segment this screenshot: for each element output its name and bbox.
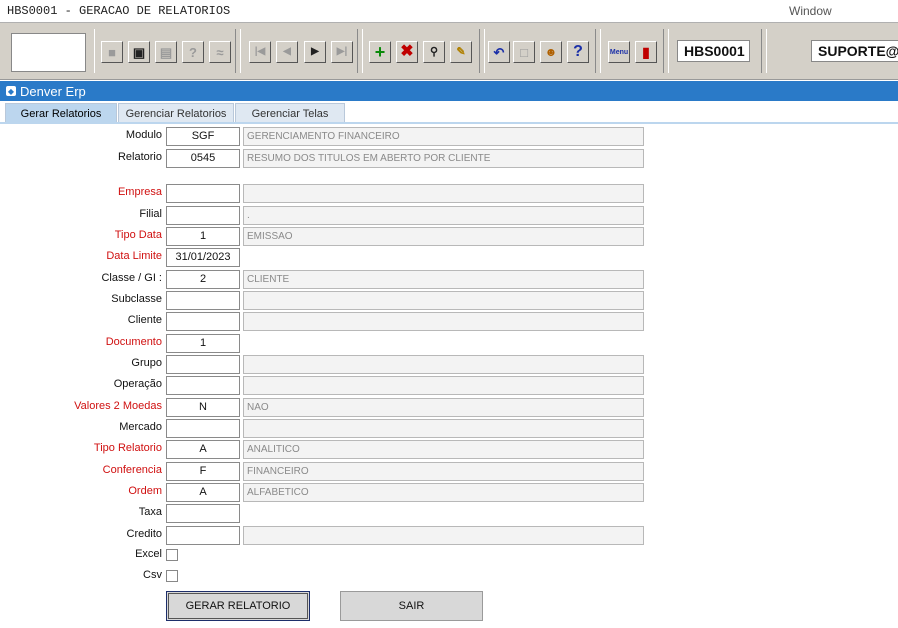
- generate-report-button[interactable]: GERAR RELATORIO: [166, 591, 310, 621]
- conferencia-desc-field: FINANCEIRO: [243, 462, 644, 481]
- csv-checkbox[interactable]: [166, 570, 178, 582]
- insert-record-icon[interactable]: +: [369, 41, 391, 63]
- edit-icon[interactable]: ✎: [450, 41, 472, 63]
- credito-label: Credito: [126, 528, 162, 540]
- panel-title: Denver Erp: [20, 83, 86, 99]
- data-limite-label: Data Limite: [106, 250, 162, 262]
- previous-record-icon[interactable]: ◀: [276, 41, 298, 63]
- tipo-relatorio-label: Tipo Relatorio: [93, 442, 162, 454]
- tab-gerenciar-relatorios[interactable]: Gerenciar Relatorios: [118, 103, 234, 123]
- data-limite-field[interactable]: 31/01/2023: [166, 248, 240, 267]
- undo-icon[interactable]: ↶: [488, 41, 510, 63]
- window-icon[interactable]: ▣: [128, 41, 150, 63]
- taxa-label: Taxa: [138, 506, 162, 518]
- documento-label: Documento: [105, 336, 162, 348]
- ordem-desc-field: ALFABETICO: [243, 483, 644, 502]
- menu-icon[interactable]: Menu: [608, 41, 630, 63]
- empresa-label: Empresa: [117, 186, 162, 198]
- tipo-data-label: Tipo Data: [114, 229, 162, 241]
- empresa-code-field[interactable]: [166, 184, 240, 203]
- classe-gi-code-field[interactable]: 2: [166, 270, 240, 289]
- delete-record-icon[interactable]: ✖: [396, 41, 418, 63]
- grupo-label: Grupo: [131, 357, 162, 369]
- grupo-desc-field: [243, 355, 644, 374]
- mercado-label: Mercado: [119, 421, 162, 433]
- conferencia-label: Conferencia: [102, 464, 162, 476]
- modulo-code-field[interactable]: SGF: [166, 127, 240, 146]
- ordem-label: Ordem: [128, 485, 162, 497]
- first-record-icon[interactable]: |◀: [249, 41, 271, 63]
- conferencia-code-field[interactable]: F: [166, 462, 240, 481]
- app-icon: ◆: [6, 86, 16, 96]
- relatorio-label: Relatorio: [117, 151, 162, 163]
- filial-code-field[interactable]: [166, 206, 240, 225]
- exit-icon[interactable]: ▮: [635, 41, 657, 63]
- execute-icon[interactable]: ≈: [209, 41, 231, 63]
- last-record-icon[interactable]: ▶|: [331, 41, 353, 63]
- tab-bar: Gerar Relatorios Gerenciar Relatorios Ge…: [0, 101, 898, 123]
- classe-gi-label: Classe / GI :: [101, 272, 162, 284]
- taxa-field[interactable]: [166, 504, 240, 523]
- window-title-bar: HBS0001 - GERACAO DE RELATORIOS Window: [0, 0, 898, 22]
- query-icon[interactable]: ?: [182, 41, 204, 63]
- window-title: HBS0001 - GERACAO DE RELATORIOS: [7, 4, 231, 18]
- save-icon[interactable]: ■: [101, 41, 123, 63]
- print-icon[interactable]: ▤: [155, 41, 177, 63]
- mercado-code-field[interactable]: [166, 419, 240, 438]
- logo-box: [11, 33, 86, 72]
- relatorio-desc-field: RESUMO DOS TITULOS EM ABERTO POR CLIENTE: [243, 149, 644, 168]
- toolbar: ■ ▣ ▤ ? ≈ |◀ ◀ ▶ ▶| + ✖ ⚲ ✎ ↶ □ ☻ ? Menu…: [0, 22, 898, 80]
- exit-button[interactable]: SAIR: [340, 591, 483, 621]
- operacao-code-field[interactable]: [166, 376, 240, 395]
- help-icon[interactable]: ?: [567, 41, 589, 63]
- excel-checkbox[interactable]: [166, 549, 178, 561]
- cliente-desc-field: [243, 312, 644, 331]
- mercado-desc-field: [243, 419, 644, 438]
- filial-label: Filial: [139, 208, 162, 220]
- subclasse-code-field[interactable]: [166, 291, 240, 310]
- tab-gerar-relatorios[interactable]: Gerar Relatorios: [5, 103, 117, 123]
- tipo-data-desc-field: EMISSAO: [243, 227, 644, 246]
- modulo-label: Modulo: [125, 129, 162, 141]
- valores-2-moedas-label: Valores 2 Moedas: [74, 400, 162, 412]
- tipo-relatorio-code-field[interactable]: A: [166, 440, 240, 459]
- clipboard-icon[interactable]: □: [513, 41, 535, 63]
- grupo-code-field[interactable]: [166, 355, 240, 374]
- search-icon[interactable]: ⚲: [423, 41, 445, 63]
- help-agent-icon[interactable]: ☻: [540, 41, 562, 63]
- cliente-code-field[interactable]: [166, 312, 240, 331]
- relatorio-code-field[interactable]: 0545: [166, 149, 240, 168]
- operacao-desc-field: [243, 376, 644, 395]
- menu-icon-label: Menu: [609, 48, 629, 56]
- tipo-relatorio-desc-field: ANALITICO: [243, 440, 644, 459]
- operacao-label: Operação: [113, 378, 162, 390]
- filial-desc-field: .: [243, 206, 644, 225]
- form-code-field: HBS0001: [677, 40, 750, 62]
- documento-code-field[interactable]: 1: [166, 334, 240, 353]
- excel-label: Excel: [135, 548, 162, 560]
- window-menu[interactable]: Window: [789, 4, 832, 18]
- cliente-label: Cliente: [127, 314, 162, 326]
- classe-gi-desc-field: CLIENTE: [243, 270, 644, 289]
- user-field: SUPORTE@: [811, 40, 898, 62]
- credito-desc-field: [243, 526, 644, 545]
- ordem-code-field[interactable]: A: [166, 483, 240, 502]
- modulo-desc-field: GERENCIAMENTO FINANCEIRO: [243, 127, 644, 146]
- subclasse-desc-field: [243, 291, 644, 310]
- tab-gerenciar-telas[interactable]: Gerenciar Telas: [235, 103, 345, 123]
- valores-2-moedas-code-field[interactable]: N: [166, 398, 240, 417]
- empresa-desc-field: [243, 184, 644, 203]
- tipo-data-code-field[interactable]: 1: [166, 227, 240, 246]
- valores-2-moedas-desc-field: NAO: [243, 398, 644, 417]
- credito-code-field[interactable]: [166, 526, 240, 545]
- subclasse-label: Subclasse: [111, 293, 162, 305]
- csv-label: Csv: [143, 569, 162, 581]
- next-record-icon[interactable]: ▶: [304, 41, 326, 63]
- panel-header: ◆ Denver Erp: [0, 81, 898, 101]
